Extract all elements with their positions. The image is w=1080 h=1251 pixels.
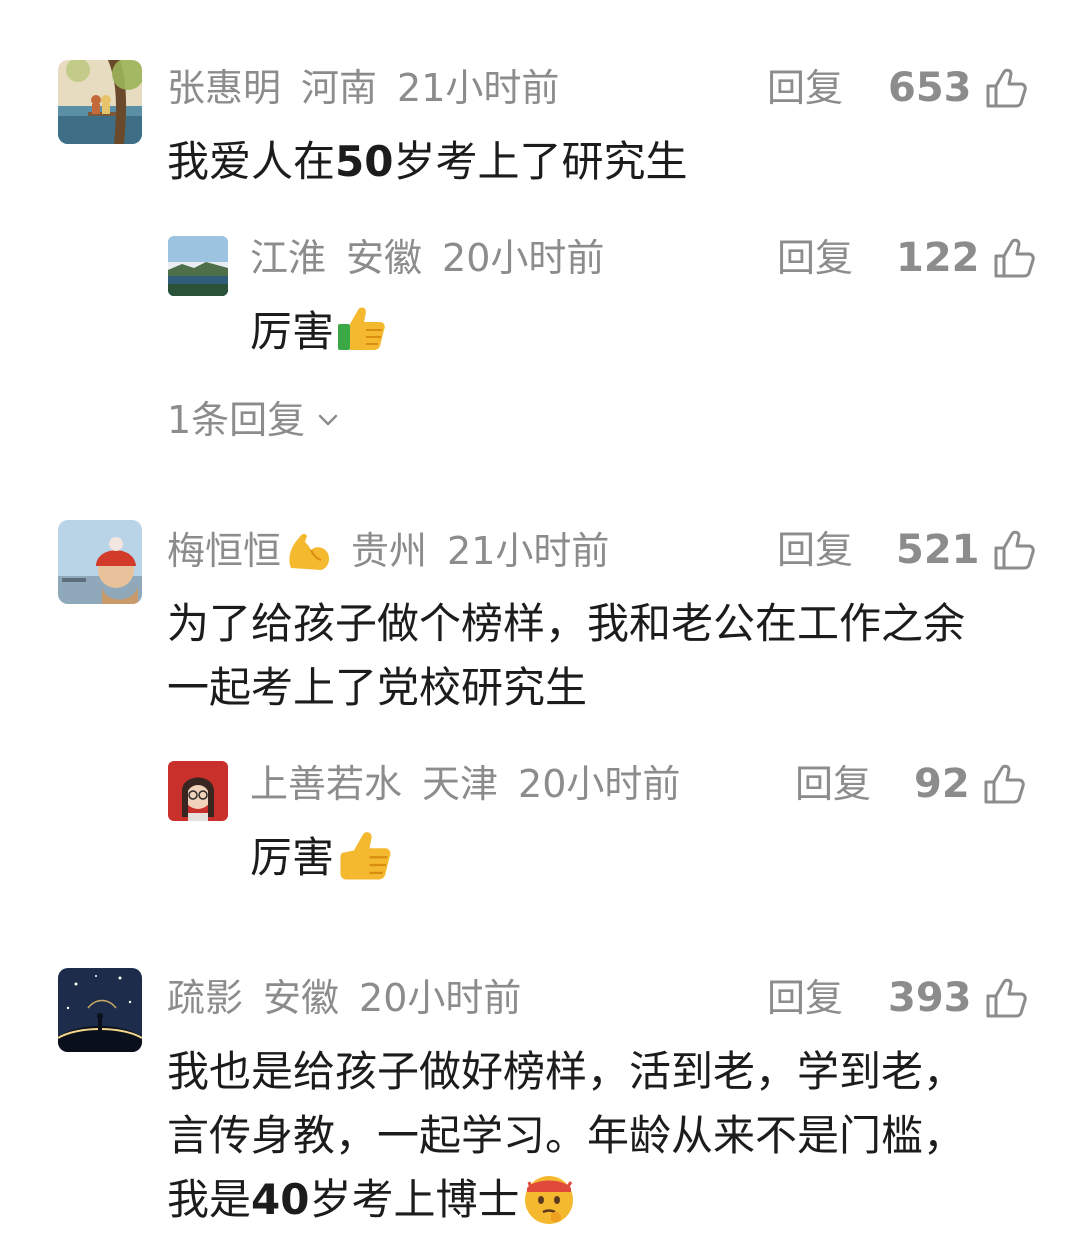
user-location: 安徽 — [346, 236, 423, 280]
comment-text-line: 我是40岁考上博士 — [167, 1168, 965, 1232]
username[interactable]: 张惠明 — [167, 66, 281, 110]
user-location: 贵州 — [351, 529, 428, 573]
comment-time: 20小时前 — [518, 762, 681, 806]
reply-button[interactable]: 回复 — [767, 976, 843, 1020]
like-count: 393 — [888, 975, 972, 1021]
comment-text-line: 言传身教，一起学习。年龄从来不是门槛， — [167, 1111, 966, 1160]
comment-time: 21小时前 — [447, 529, 610, 573]
comment-text-line: 我也是给孩子做好榜样，活到老，学到老， — [167, 1047, 966, 1096]
reply-button[interactable]: 回复 — [795, 762, 871, 806]
comment-text-line: 为了给孩子做个榜样，我和老公在工作之余 — [167, 599, 966, 648]
like-count: 653 — [888, 65, 972, 111]
reply-text: 厉害 — [250, 826, 394, 890]
comment-text: 我也是给孩子做好榜样，活到老，学到老， 言传身教，一起学习。年龄从来不是门槛， … — [167, 1040, 965, 1232]
like-count: 122 — [896, 235, 980, 281]
username[interactable]: 梅恒恒 — [167, 529, 281, 573]
avatar[interactable] — [58, 520, 142, 604]
thumbs-up-outline-icon — [994, 530, 1035, 570]
comment-meta: 梅恒恒 贵州 21小时前 — [167, 528, 609, 574]
reply-text: 厉害 — [250, 300, 388, 364]
thumbs-up-outline-icon — [984, 764, 1025, 804]
like-button[interactable]: 122 — [896, 236, 1036, 280]
username[interactable]: 上善若水 — [250, 762, 402, 806]
like-count: 92 — [914, 761, 970, 807]
thumbs-up-emoji-icon — [336, 826, 394, 884]
thumbs-up-emoji-icon — [336, 302, 388, 354]
avatar[interactable] — [58, 968, 142, 1052]
reply-meta: 上善若水 天津 20小时前 — [250, 762, 680, 806]
reply-button[interactable]: 回复 — [767, 66, 843, 110]
user-location: 安徽 — [263, 976, 340, 1020]
like-button[interactable]: 653 — [888, 66, 1028, 110]
user-location: 河南 — [301, 66, 378, 110]
thumbs-up-outline-icon — [994, 238, 1035, 278]
avatar[interactable] — [168, 761, 228, 821]
username[interactable]: 疏影 — [167, 976, 243, 1020]
like-button[interactable]: 521 — [896, 528, 1036, 572]
like-button[interactable]: 393 — [888, 976, 1028, 1020]
comment-meta: 张惠明 河南 21小时前 — [167, 66, 559, 110]
avatar[interactable] — [168, 236, 228, 296]
username[interactable]: 江淮 — [250, 236, 326, 280]
comment-meta: 疏影 安徽 20小时前 — [167, 976, 521, 1020]
reply-button[interactable]: 回复 — [777, 528, 853, 572]
reply-meta: 江淮 安徽 20小时前 — [250, 236, 604, 280]
comment-text-line: 一起考上了党校研究生 — [167, 663, 588, 712]
like-count: 521 — [896, 527, 980, 573]
comment-time: 21小时前 — [397, 66, 560, 110]
chevron-down-icon — [318, 414, 338, 426]
expand-replies-button[interactable]: 1条回复 — [167, 398, 341, 442]
comment-text: 我爱人在50岁考上了研究生 — [167, 137, 688, 186]
like-button[interactable]: 92 — [914, 762, 1026, 806]
user-location: 天津 — [422, 762, 499, 806]
reply-button[interactable]: 回复 — [777, 236, 853, 280]
avatar[interactable] — [58, 60, 142, 144]
comment-time: 20小时前 — [442, 236, 605, 280]
flexed-biceps-icon — [285, 528, 335, 574]
comment-text: 为了给孩子做个榜样，我和老公在工作之余 一起考上了党校研究生 — [167, 592, 965, 720]
comment-time: 20小时前 — [359, 976, 522, 1020]
thumbs-up-outline-icon — [986, 68, 1027, 108]
thumbs-up-outline-icon — [986, 978, 1027, 1018]
hushed-face-emoji-icon — [521, 1170, 577, 1226]
